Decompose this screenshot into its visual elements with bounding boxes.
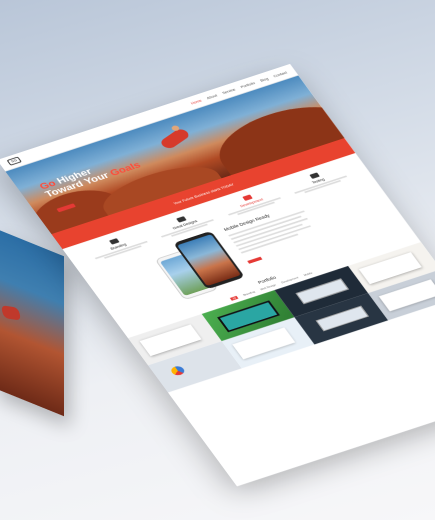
filter-mobile[interactable]: Mobile bbox=[303, 271, 313, 276]
device-image bbox=[315, 305, 369, 332]
background-mockup-fragment bbox=[0, 228, 64, 417]
site-logo[interactable]: SG bbox=[6, 156, 22, 166]
laptop-image bbox=[295, 278, 349, 305]
website-page: SG Home About Service Portfolio Blog Con… bbox=[0, 63, 435, 487]
nav-item-service[interactable]: Service bbox=[221, 87, 236, 95]
nav-item-portfolio[interactable]: Portfolio bbox=[239, 81, 255, 89]
chart-image bbox=[168, 364, 186, 377]
runner-figure bbox=[0, 305, 22, 321]
nav-item-home[interactable]: Home bbox=[190, 98, 203, 105]
nav-item-about[interactable]: About bbox=[205, 93, 217, 100]
nav-item-contact[interactable]: Contact bbox=[272, 70, 288, 78]
mobile-cta-button[interactable] bbox=[247, 256, 263, 264]
website-mockup: SG Home About Service Portfolio Blog Con… bbox=[0, 25, 435, 513]
nav-item-blog[interactable]: Blog bbox=[259, 76, 269, 82]
filter-all[interactable]: All bbox=[229, 295, 239, 301]
runner-figure bbox=[158, 127, 192, 151]
